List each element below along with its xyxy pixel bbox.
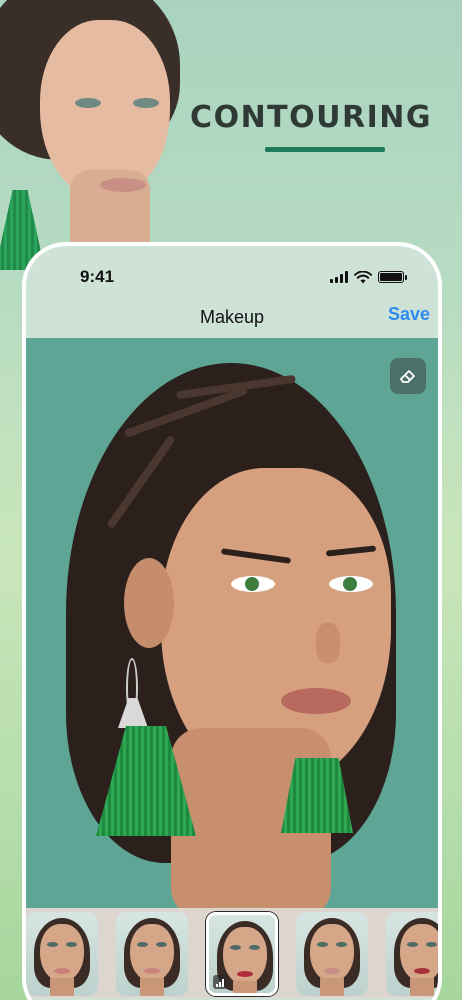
phone-frame: 9:41 Makeup Save [22,242,442,1000]
nav-bar: Makeup Save [26,298,438,336]
status-time: 9:41 [80,267,115,286]
look-thumbnail[interactable] [116,912,188,996]
battery-icon [378,271,407,283]
signal-icon [330,271,348,283]
eraser-button[interactable] [390,358,426,394]
save-button[interactable]: Save [388,304,430,325]
status-icons [330,270,407,284]
look-thumbnail[interactable] [26,912,98,996]
page-title: Makeup [199,306,265,327]
status-bar: 9:41 [26,246,438,298]
look-thumbnail-selected[interactable] [206,912,278,996]
look-thumbnail[interactable] [296,912,368,996]
eraser-icon [400,370,415,383]
look-thumbnail[interactable] [386,912,438,996]
lips [281,688,351,714]
promo-headline: CONTOURING [190,100,432,135]
looks-strip [26,908,438,998]
wifi-icon [354,270,372,283]
edited-photo[interactable]: 1 2 3 4 [26,338,438,908]
intensity-level-icon [213,975,227,989]
headline-underline [265,147,385,152]
